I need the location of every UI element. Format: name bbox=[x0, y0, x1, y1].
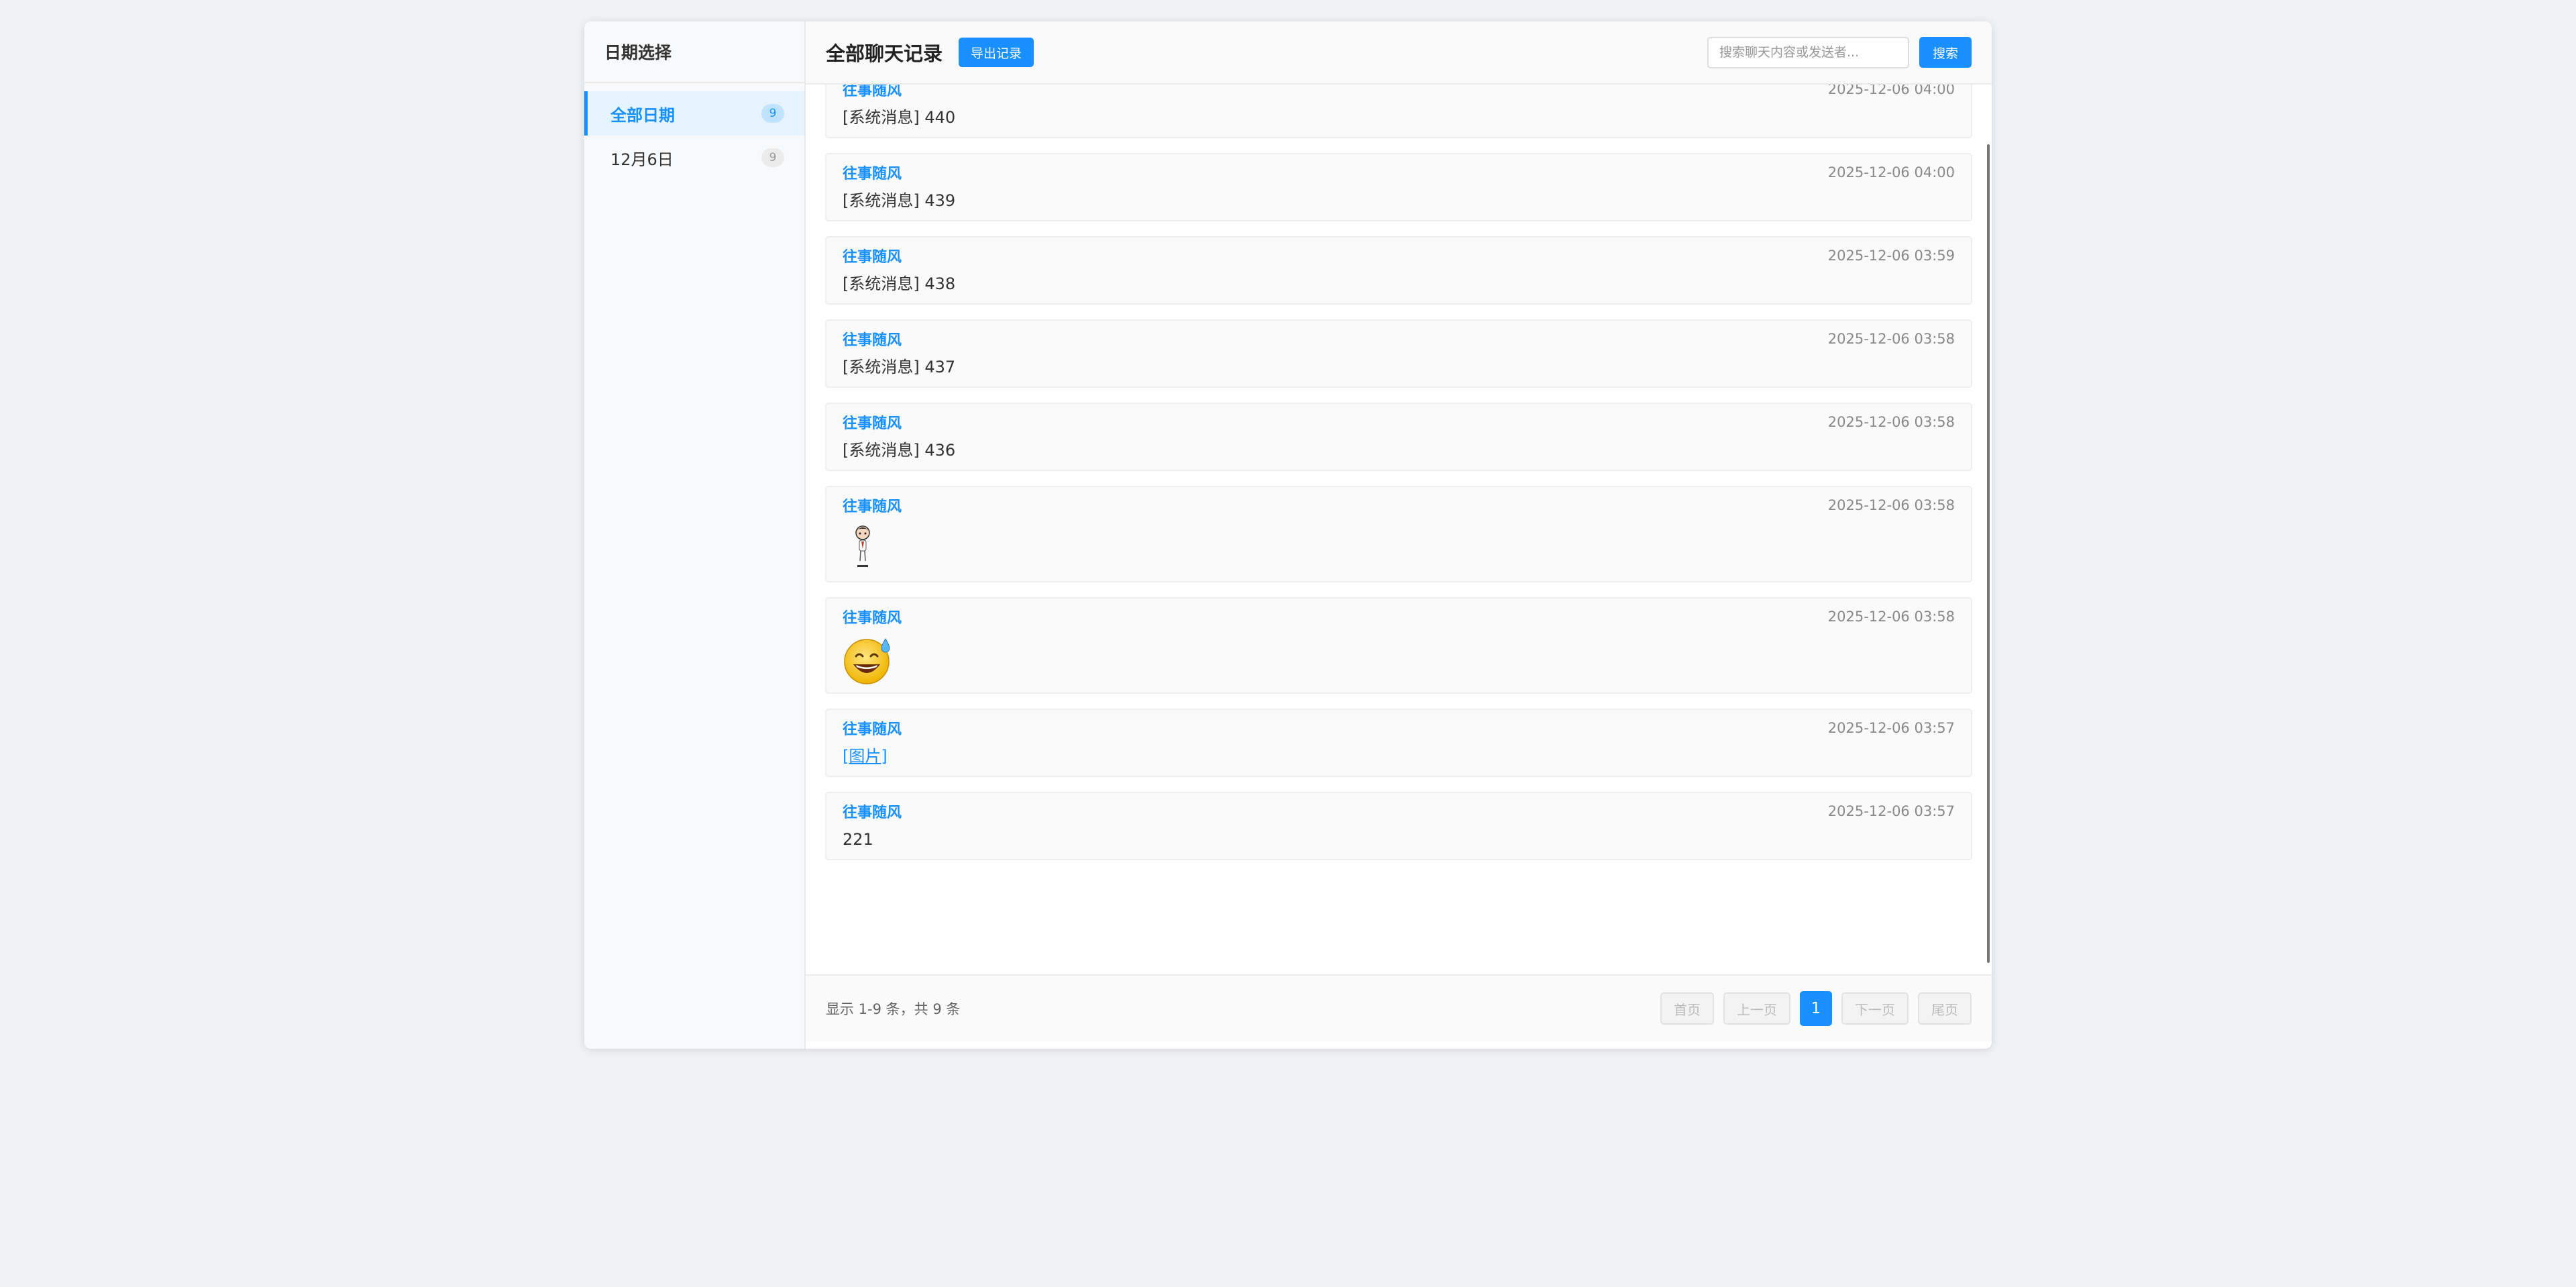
message-sender: 往事随风 bbox=[843, 332, 902, 349]
message-item: 往事随风 2025-12-06 03:58 bbox=[825, 597, 1972, 694]
message-time: 2025-12-06 04:00 bbox=[1827, 164, 1955, 181]
message-time: 2025-12-06 03:58 bbox=[1827, 414, 1955, 430]
cartoon-figure-sticker-icon[interactable] bbox=[843, 523, 1955, 573]
page-title: 全部聊天记录 bbox=[826, 42, 943, 65]
message-content: [系统消息] 437 bbox=[843, 358, 956, 376]
count-badge: 9 bbox=[761, 104, 784, 123]
search-input[interactable] bbox=[1707, 36, 1909, 68]
message-content: [系统消息] 436 bbox=[843, 441, 956, 460]
pagination: 首页 上一页 1 下一页 尾页 bbox=[1660, 991, 1972, 1026]
message-time: 2025-12-06 03:58 bbox=[1827, 609, 1955, 625]
page-info: 显示 1-9 条，共 9 条 bbox=[826, 1001, 961, 1017]
message-sender: 往事随风 bbox=[843, 249, 902, 266]
message-item: 往事随风 2025-12-06 03:58 bbox=[825, 486, 1972, 582]
export-button[interactable]: 导出记录 bbox=[959, 38, 1034, 67]
prev-page-button[interactable]: 上一页 bbox=[1723, 992, 1790, 1025]
sidebar-title: 日期选择 bbox=[584, 21, 804, 83]
date-item-label: 全部日期 bbox=[610, 105, 675, 125]
message-item: 往事随风 2025-12-06 03:57 221 bbox=[825, 792, 1972, 860]
date-item-label: 12月6日 bbox=[610, 150, 674, 169]
message-content: [系统消息] 440 bbox=[843, 108, 956, 127]
message-time: 2025-12-06 03:57 bbox=[1827, 803, 1955, 819]
message-sender: 往事随风 bbox=[843, 85, 902, 99]
date-sidebar: 日期选择 全部日期 9 12月6日 9 bbox=[584, 21, 806, 1049]
message-content: [系统消息] 439 bbox=[843, 191, 956, 210]
message-time: 2025-12-06 03:58 bbox=[1827, 497, 1955, 513]
message-item: 往事随风 2025-12-06 03:59 [系统消息] 438 bbox=[825, 236, 1972, 305]
message-sender: 往事随风 bbox=[843, 499, 902, 515]
first-page-button[interactable]: 首页 bbox=[1660, 992, 1714, 1025]
message-time: 2025-12-06 03:58 bbox=[1827, 331, 1955, 347]
message-sender: 往事随风 bbox=[843, 610, 902, 627]
current-page-button[interactable]: 1 bbox=[1800, 991, 1832, 1026]
sweat-smile-emoji-icon[interactable] bbox=[843, 635, 1955, 684]
message-item: 往事随风 2025-12-06 04:00 [系统消息] 440 bbox=[825, 85, 1972, 138]
count-badge: 9 bbox=[761, 148, 784, 167]
message-sender: 往事随风 bbox=[843, 166, 902, 183]
message-time: 2025-12-06 03:57 bbox=[1827, 720, 1955, 736]
date-item-all[interactable]: 全部日期 9 bbox=[584, 91, 804, 136]
chat-main-panel: 全部聊天记录 导出记录 搜索 往事随风 2025-12-06 04:00 [系统… bbox=[806, 21, 1992, 1049]
message-sender: 往事随风 bbox=[843, 415, 902, 432]
message-item: 往事随风 2025-12-06 03:57 [图片] bbox=[825, 709, 1972, 777]
message-time: 2025-12-06 03:59 bbox=[1827, 248, 1955, 264]
message-item: 往事随风 2025-12-06 04:00 [系统消息] 439 bbox=[825, 153, 1972, 221]
date-item-dec-6[interactable]: 12月6日 9 bbox=[584, 136, 804, 180]
message-list[interactable]: 往事随风 2025-12-06 04:00 [系统消息] 440 往事随风 20… bbox=[806, 85, 1992, 974]
chat-history-window: 日期选择 全部日期 9 12月6日 9 全部聊天记录 导出记录 搜索聊天内容或发… bbox=[584, 21, 1992, 1049]
search-button[interactable]: 搜索 bbox=[1919, 37, 1972, 68]
date-list: 全部日期 9 12月6日 9 bbox=[584, 83, 804, 180]
next-page-button[interactable]: 下一页 bbox=[1841, 992, 1909, 1025]
message-sender: 往事随风 bbox=[843, 805, 902, 821]
message-sender: 往事随风 bbox=[843, 721, 902, 738]
message-content: [系统消息] 438 bbox=[843, 274, 956, 293]
image-link[interactable]: [图片] bbox=[843, 745, 1955, 768]
scrollbar[interactable] bbox=[1987, 144, 1990, 963]
message-item: 往事随风 2025-12-06 03:58 [系统消息] 436 bbox=[825, 403, 1972, 471]
message-item: 往事随风 2025-12-06 03:58 [系统消息] 437 bbox=[825, 319, 1972, 388]
pagination-footer: 显示 1-9 条，共 9 条 首页 上一页 1 下一页 尾页 bbox=[806, 974, 1992, 1041]
message-time: 2025-12-06 04:00 bbox=[1827, 85, 1955, 97]
message-content: 221 bbox=[843, 830, 873, 849]
main-header: 全部聊天记录 导出记录 搜索 bbox=[806, 21, 1992, 85]
last-page-button[interactable]: 尾页 bbox=[1918, 992, 1972, 1025]
